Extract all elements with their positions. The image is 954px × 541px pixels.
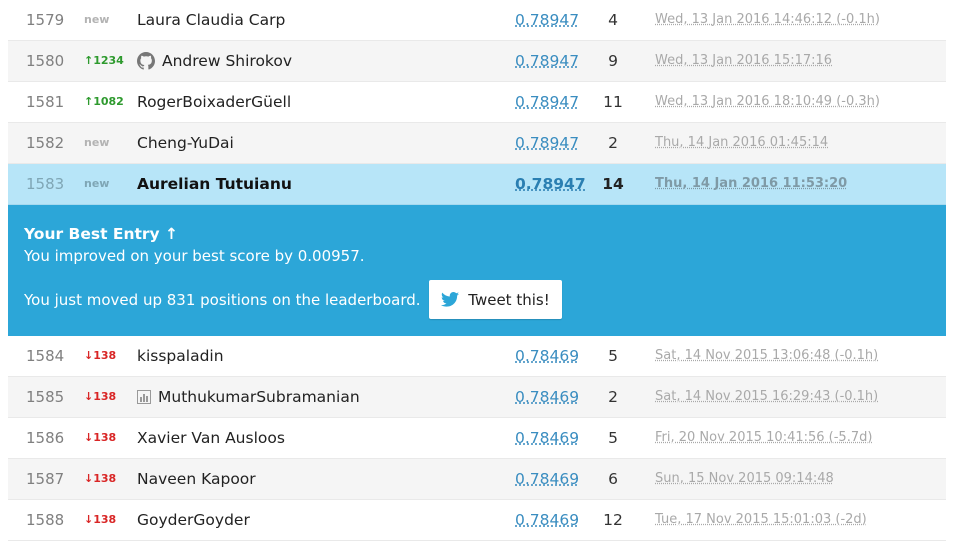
table-row: 1579 new Laura Claudia Carp 0.78947 4 Wed, 13…	[8, 0, 946, 41]
tweet-button[interactable]: Tweet this!	[429, 280, 562, 319]
entries-count: 11	[603, 93, 623, 111]
score-link[interactable]: 0.78947	[515, 123, 579, 163]
table-row: 1585 ↓138 MuthukumarSubramanian 0.78469 2 Sat…	[8, 377, 946, 418]
score-link[interactable]: 0.78469	[515, 336, 579, 376]
leaderboard: 1579 new Laura Claudia Carp 0.78947 4 Wed, 13…	[8, 0, 946, 541]
entries-count: 2	[608, 388, 618, 406]
rank: 1585	[26, 388, 65, 406]
team-name-label: Naveen Kapoor	[137, 470, 256, 488]
score-link[interactable]: 0.78947	[515, 164, 586, 204]
team-name-label: Laura Claudia Carp	[137, 11, 286, 29]
team-name[interactable]: Andrew Shirokov	[137, 41, 292, 81]
entries-count: 5	[608, 347, 618, 365]
rank: 1588	[26, 511, 65, 529]
rank-change-badge: ↓138	[84, 513, 117, 526]
best-entry-banner: Your Best Entry ↑ You improved on your b…	[8, 205, 946, 336]
last-submission-time: Wed, 13 Jan 2016 15:17:16	[655, 53, 833, 68]
team-name-label: Xavier Van Ausloos	[137, 429, 285, 447]
team-name-label: GoyderGoyder	[137, 511, 250, 529]
last-submission-time: Sat, 14 Nov 2015 13:06:48 (-0.1h)	[655, 348, 879, 363]
github-icon	[137, 52, 155, 70]
last-submission-time: Sat, 14 Nov 2015 16:29:43 (-0.1h)	[655, 389, 879, 404]
table-row: 1586 ↓138 Xavier Van Ausloos 0.78469 5 Fri, 2…	[8, 418, 946, 459]
rank-change-badge: ↓138	[84, 390, 117, 403]
table-row: 1587 ↓138 Naveen Kapoor 0.78469 6 Sun, 15 Nov…	[8, 459, 946, 500]
rank: 1582	[26, 134, 65, 152]
team-name[interactable]: Naveen Kapoor	[137, 459, 256, 499]
team-name-label: MuthukumarSubramanian	[158, 388, 360, 406]
entries-count: 4	[608, 11, 618, 29]
entries-count: 5	[608, 429, 618, 447]
rank-change-badge: ↓138	[84, 431, 117, 444]
team-name-label: Cheng-YuDai	[137, 134, 234, 152]
table-row-current-user: 1583 new Aurelian Tutuianu 0.78947 14 Thu, 14…	[8, 164, 946, 205]
last-submission-time: Thu, 14 Jan 2016 01:45:14	[655, 135, 829, 150]
rank-change-badge: ↑1082	[84, 95, 124, 108]
last-submission-time: Wed, 13 Jan 2016 18:10:49 (-0.3h)	[655, 94, 880, 109]
chart-icon	[137, 390, 151, 404]
rank-change-badge: ↓138	[84, 472, 117, 485]
entries-count: 9	[608, 52, 618, 70]
score-link[interactable]: 0.78469	[515, 418, 579, 458]
score-link[interactable]: 0.78469	[515, 459, 579, 499]
rank: 1587	[26, 470, 65, 488]
tweet-button-label: Tweet this!	[468, 290, 550, 309]
rank-change-badge: ↓138	[84, 349, 117, 362]
team-name[interactable]: Laura Claudia Carp	[137, 0, 285, 40]
score-link[interactable]: 0.78469	[515, 377, 579, 417]
rank: 1586	[26, 429, 65, 447]
score-link[interactable]: 0.78947	[515, 82, 579, 122]
last-submission-time: Wed, 13 Jan 2016 14:46:12 (-0.1h)	[655, 12, 880, 27]
entries-count: 14	[602, 175, 624, 193]
table-row: 1581 ↑1082 RogerBoixaderGüell 0.78947 11 Wed,…	[8, 82, 946, 123]
best-entry-title: Your Best Entry ↑	[24, 225, 179, 243]
leaderboard-rows: 1579 new Laura Claudia Carp 0.78947 4 Wed, 13…	[8, 0, 946, 205]
team-name[interactable]: kisspaladin	[137, 336, 224, 376]
table-row: 1584 ↓138 kisspaladin 0.78469 5 Sat, 14 Nov 2…	[8, 336, 946, 377]
rank-change-badge: new	[84, 136, 110, 149]
rank-change-badge: ↑1234	[84, 54, 124, 67]
score-link[interactable]: 0.78469	[515, 500, 579, 540]
rank: 1584	[26, 347, 65, 365]
last-submission-time: Fri, 20 Nov 2015 10:41:56 (-5.7d)	[655, 430, 873, 445]
last-submission-time: Sun, 15 Nov 2015 09:14:48	[655, 471, 834, 486]
rank: 1581	[26, 93, 65, 111]
team-name[interactable]: Cheng-YuDai	[137, 123, 234, 163]
team-name-label: Aurelian Tutuianu	[137, 175, 292, 193]
team-name-label: RogerBoixaderGüell	[137, 93, 292, 111]
rank: 1583	[26, 175, 65, 193]
team-name-label: Andrew Shirokov	[162, 52, 293, 70]
table-row: 1582 new Cheng-YuDai 0.78947 2 Thu, 14 Jan 20…	[8, 123, 946, 164]
twitter-bird-icon	[441, 292, 460, 307]
best-entry-moved-text: You just moved up 831 positions on the l…	[24, 291, 421, 309]
team-name[interactable]: Xavier Van Ausloos	[137, 418, 285, 458]
rank-change-badge: new	[84, 177, 110, 190]
team-name-label: kisspaladin	[137, 347, 224, 365]
rank: 1579	[26, 11, 65, 29]
team-name[interactable]: MuthukumarSubramanian	[137, 377, 360, 417]
last-submission-time: Thu, 14 Jan 2016 11:53:20	[655, 176, 848, 191]
leaderboard-rows-below: 1584 ↓138 kisspaladin 0.78469 5 Sat, 14 Nov 2…	[8, 336, 946, 541]
entries-count: 2	[608, 134, 618, 152]
best-entry-improvement-text: You improved on your best score by 0.009…	[24, 247, 365, 265]
table-row: 1580 ↑1234 Andrew Shirokov 0.78947 9 Wed, 13 …	[8, 41, 946, 82]
rank: 1580	[26, 52, 65, 70]
team-name[interactable]: RogerBoixaderGüell	[137, 82, 291, 122]
score-link[interactable]: 0.78947	[515, 41, 579, 81]
rank-change-badge: new	[84, 13, 110, 26]
last-submission-time: Tue, 17 Nov 2015 15:01:03 (-2d)	[655, 512, 867, 527]
team-name[interactable]: GoyderGoyder	[137, 500, 250, 540]
entries-count: 12	[603, 511, 623, 529]
entries-count: 6	[608, 470, 618, 488]
team-name[interactable]: Aurelian Tutuianu	[137, 164, 292, 204]
score-link[interactable]: 0.78947	[515, 0, 579, 40]
